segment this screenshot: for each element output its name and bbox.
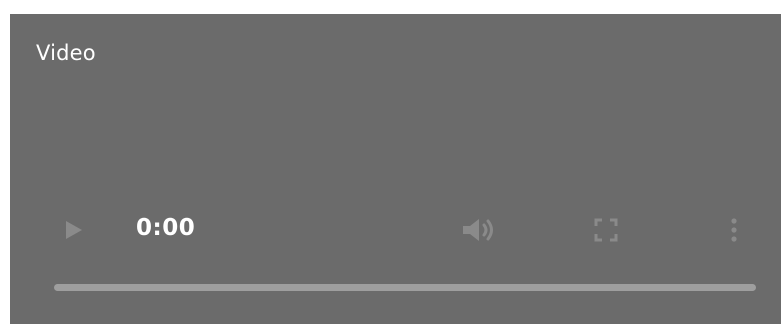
page: Video 0:00 — [0, 0, 781, 324]
volume-button[interactable] — [456, 214, 504, 250]
more-options-button[interactable] — [724, 214, 744, 250]
play-icon — [61, 218, 85, 246]
play-button[interactable] — [56, 214, 90, 250]
more-options-icon — [730, 217, 738, 247]
video-title: Video — [36, 41, 96, 65]
fullscreen-icon — [593, 217, 619, 247]
volume-icon — [460, 216, 500, 248]
current-time: 0:00 — [136, 215, 196, 241]
video-player[interactable]: Video 0:00 — [10, 14, 781, 324]
fullscreen-button[interactable] — [588, 214, 624, 250]
progress-bar[interactable] — [54, 284, 756, 291]
